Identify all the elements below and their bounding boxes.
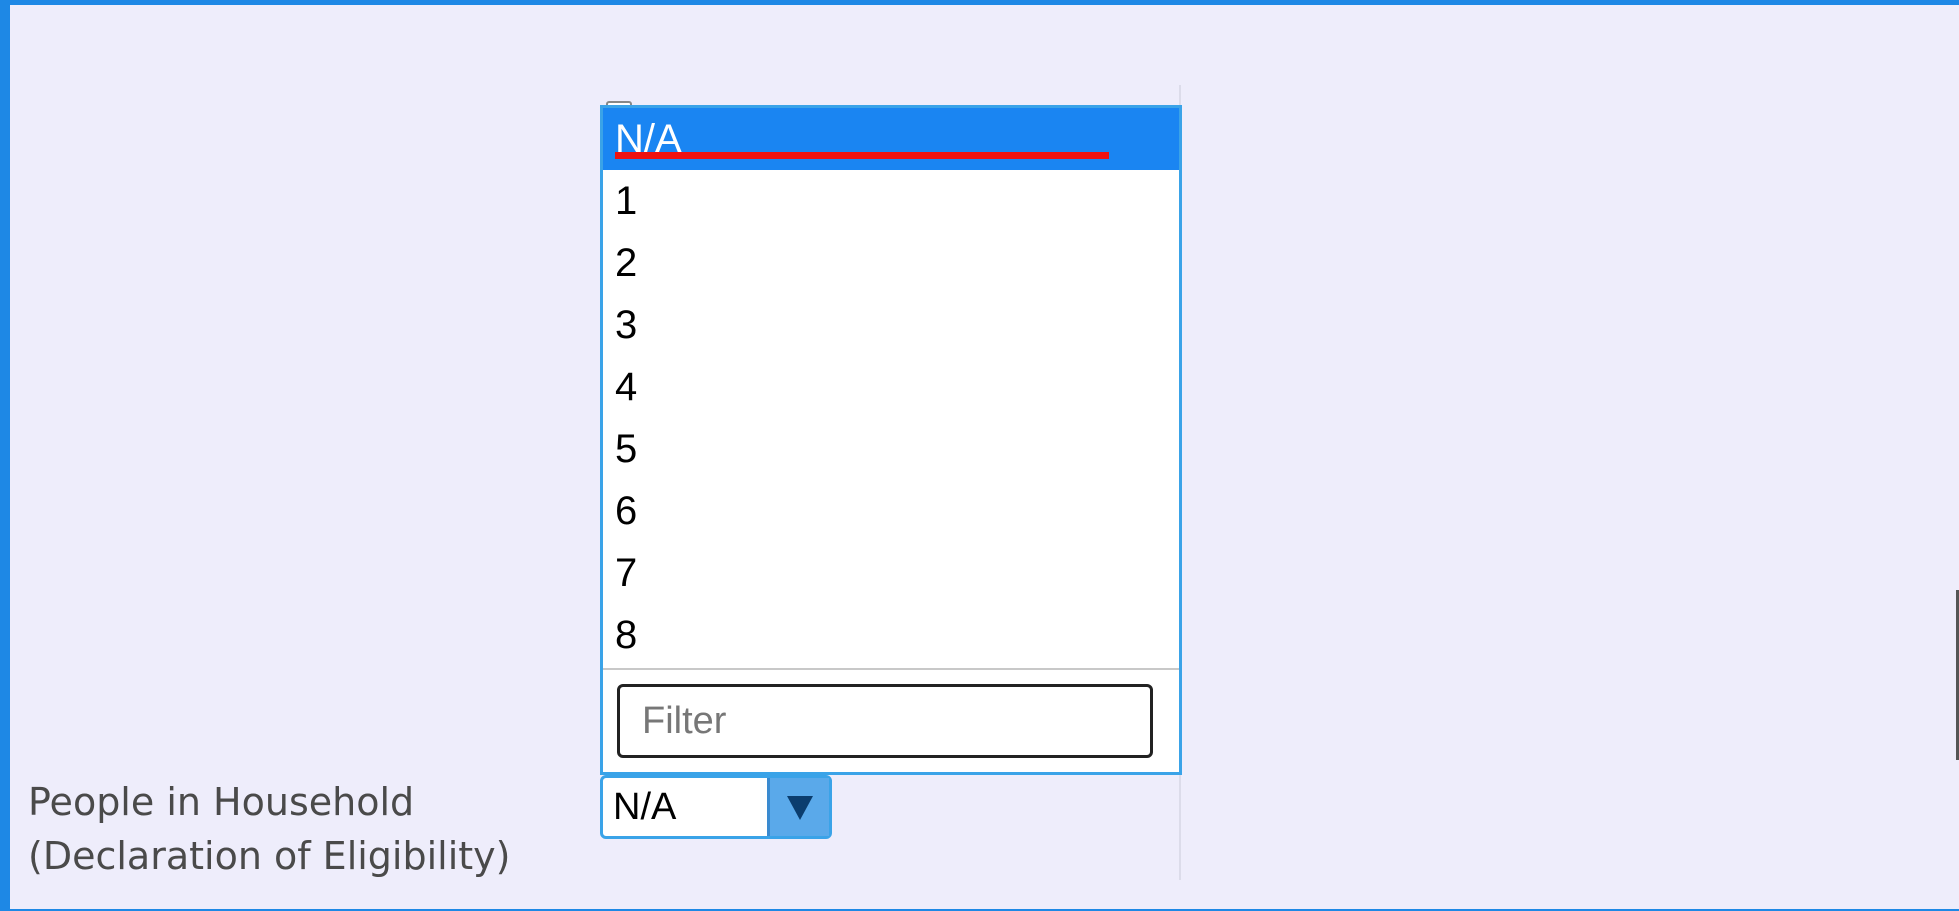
option-label: 4 <box>615 365 638 409</box>
options-list: N/A 1 2 3 4 5 6 7 8 <box>603 108 1179 668</box>
filter-input[interactable] <box>617 684 1153 758</box>
option-8[interactable]: 8 <box>603 604 1179 666</box>
dropdown-toggle-button[interactable] <box>767 778 829 836</box>
people-in-household-select[interactable]: N/A <box>600 775 832 839</box>
select-current-value: N/A <box>613 785 677 828</box>
option-label: 8 <box>615 613 638 657</box>
option-label: 2 <box>615 241 638 285</box>
red-strike-mark <box>615 152 1109 159</box>
option-na[interactable]: N/A <box>603 108 1179 170</box>
option-7[interactable]: 7 <box>603 542 1179 604</box>
people-in-household-label: People in Household (Declaration of Elig… <box>28 780 511 878</box>
window-frame: People in Household (Declaration of Elig… <box>0 0 1959 911</box>
option-2[interactable]: 2 <box>603 232 1179 294</box>
form-page: People in Household (Declaration of Elig… <box>10 5 1959 909</box>
option-1[interactable]: 1 <box>603 170 1179 232</box>
option-label: 5 <box>615 427 638 471</box>
option-6[interactable]: 6 <box>603 480 1179 542</box>
dropdown-separator <box>603 668 1179 670</box>
option-label: 1 <box>615 179 638 223</box>
option-label: 3 <box>615 303 638 347</box>
option-3[interactable]: 3 <box>603 294 1179 356</box>
option-4[interactable]: 4 <box>603 356 1179 418</box>
triangle-down-icon <box>786 796 813 820</box>
options-dropdown: N/A 1 2 3 4 5 6 7 8 <box>600 105 1182 775</box>
option-5[interactable]: 5 <box>603 418 1179 480</box>
option-label: 6 <box>615 489 638 533</box>
option-label: 7 <box>615 551 638 595</box>
